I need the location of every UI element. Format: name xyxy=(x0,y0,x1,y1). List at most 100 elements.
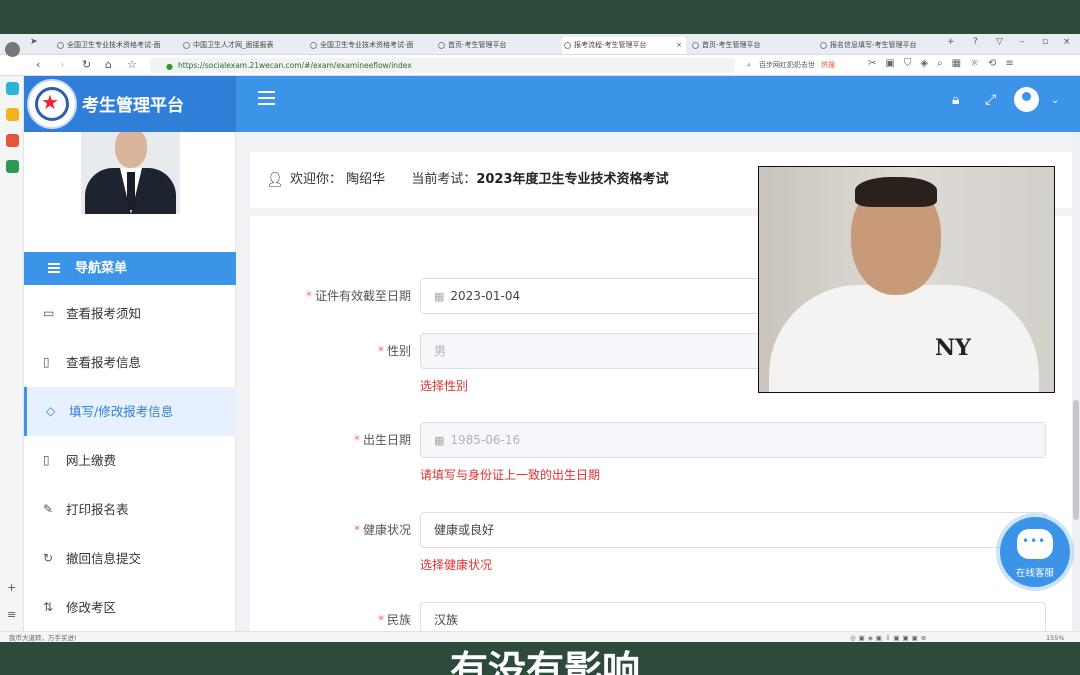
field-label: * 性别 xyxy=(377,344,411,358)
edit-icon: ✎ xyxy=(43,502,54,516)
shirt-icon[interactable]: ▽ xyxy=(996,37,1003,47)
browser-tab[interactable]: 报名信息填写-考生管理平台 xyxy=(818,37,938,54)
tab-favicon-icon xyxy=(310,42,317,49)
nav-item-withdraw[interactable]: ↻ 撤回信息提交 xyxy=(24,534,236,583)
fullscreen-icon[interactable]: ⤢ xyxy=(985,92,996,108)
nav-item-label: 网上缴费 xyxy=(66,453,117,468)
user-photo xyxy=(81,132,180,214)
tab-favicon-icon xyxy=(692,42,699,49)
nav-item-notice[interactable]: ▭ 查看报考须知 xyxy=(24,289,236,338)
home-icon[interactable]: ⌂ xyxy=(105,58,112,71)
nav-header-label: 导航菜单 xyxy=(75,261,128,276)
help-icon[interactable]: ? xyxy=(973,37,978,47)
browser-tab[interactable]: 首页-考生管理平台 xyxy=(436,37,556,54)
restore-icon[interactable]: ▫ xyxy=(1042,37,1048,47)
chat-icon: ▭ xyxy=(43,306,55,320)
nav-item-change-area[interactable]: ⇅ 修改考区 xyxy=(24,583,236,632)
menu-icon xyxy=(48,263,60,273)
user-avatar[interactable] xyxy=(1014,87,1039,112)
browser-status-bar: 我币大道转，万手买进! ◎▣◈▣⇩▣▣▣⊕ 155% xyxy=(0,631,1080,642)
document-icon: ▯ xyxy=(43,453,50,467)
reload-icon[interactable]: ↻ xyxy=(82,58,91,71)
profile-avatar[interactable] xyxy=(5,42,20,57)
star-icon[interactable]: ☆ xyxy=(127,58,137,71)
new-tab-icon[interactable]: + xyxy=(947,37,955,47)
field-value: 男 xyxy=(434,344,447,358)
browser-tab-active[interactable]: 报考流程-考生管理平台 × xyxy=(562,37,686,54)
zoom-level[interactable]: 155% xyxy=(1046,632,1065,642)
minimize-icon[interactable]: – xyxy=(1020,37,1025,47)
url-input[interactable]: ● https://socialexam.21wecan.com/#/exam/e… xyxy=(150,58,735,73)
browser-tab[interactable]: 中国卫生人才网_面接报表 xyxy=(181,37,299,54)
calendar-icon: ▦ xyxy=(434,290,445,303)
tab-favicon-icon xyxy=(820,42,827,49)
nav-item-print[interactable]: ✎ 打印报名表 xyxy=(24,485,236,534)
browser-tab-bar: ➤ 全国卫生专业技术资格考试-面 中国卫生人才网_面接报表 全国卫生专业技术资格… xyxy=(0,34,1080,55)
gender-error: 选择性别 xyxy=(420,379,469,393)
field-label: * 民族 xyxy=(377,613,411,627)
tab-favicon-icon xyxy=(183,42,190,49)
scrollbar[interactable] xyxy=(1072,132,1080,631)
sidebar-favorite-icon[interactable] xyxy=(6,108,19,121)
nav-item-edit-info[interactable]: ◇ 填写/修改报考信息 xyxy=(24,387,236,436)
chat-bubble-icon xyxy=(1017,529,1053,559)
online-service-button[interactable]: 在线客服 xyxy=(1000,517,1070,587)
address-bar: ‹ › ↻ ⌂ ☆ ● https://socialexam.21wecan.co… xyxy=(0,55,1080,76)
browser-tab[interactable]: 全国卫生专业技术资格考试-面 xyxy=(308,37,432,54)
scrollbar-thumb[interactable] xyxy=(1073,400,1079,520)
app-title: 考生管理平台 xyxy=(82,96,184,116)
lock-icon[interactable]: 🔒︎ xyxy=(952,92,959,108)
exam-name: 2023年度卫生专业技术资格考试 xyxy=(476,172,669,187)
nav-header: 导航菜单 xyxy=(24,252,236,285)
forward-icon[interactable]: › xyxy=(60,58,64,71)
nav-item-payment[interactable]: ▯ 网上缴费 xyxy=(24,436,236,485)
status-text: 我币大道转，万手买进! xyxy=(9,634,77,642)
field-value: 1985-06-16 xyxy=(450,433,521,447)
video-subtitle: 有没有影响 xyxy=(450,650,641,675)
app-logo-area: ★ 考生管理平台 xyxy=(24,76,236,132)
hot-search-badge: 热搜 xyxy=(821,61,835,69)
left-navigation: 导航菜单 ▭ 查看报考须知 ▯ 查看报考信息 ◇ 填写/修改报考信息 ▯ 网上缴费 ✎ 打… xyxy=(24,132,236,631)
swap-icon: ⇅ xyxy=(43,600,54,614)
field-label: * 健康状况 xyxy=(353,523,411,537)
sidebar-app-icon[interactable] xyxy=(6,82,19,95)
url-text: https://socialexam.21wecan.com/#/exam/ex… xyxy=(178,61,412,70)
field-value: 健康或良好 xyxy=(434,523,495,537)
nav-item-label: 查看报考须知 xyxy=(66,306,142,321)
browser-sidebar: + ≡ xyxy=(0,42,24,631)
refresh-icon: ↻ xyxy=(43,551,54,565)
shield-icon: ◇ xyxy=(46,404,56,418)
tab-favicon-icon xyxy=(438,42,445,49)
tab-close-icon[interactable]: × xyxy=(676,37,682,54)
sidebar-app-icon[interactable] xyxy=(6,160,19,173)
field-value: 2023-01-04 xyxy=(450,289,521,303)
health-status-select[interactable]: 健康或良好⌄ xyxy=(420,512,1046,548)
status-icons[interactable]: ◎▣◈▣⇩▣▣▣⊕ xyxy=(850,632,929,642)
nav-item-label: 打印报名表 xyxy=(66,502,129,517)
nav-item-view-info[interactable]: ▯ 查看报考信息 xyxy=(24,338,236,387)
user-name: 陶绍华 xyxy=(346,172,386,187)
lock-icon: ● xyxy=(166,62,173,71)
webcam-overlay: NY xyxy=(758,166,1055,393)
back-icon[interactable]: ‹ xyxy=(36,58,40,71)
close-window-icon[interactable]: × xyxy=(1063,37,1071,47)
calendar-icon: ▦ xyxy=(434,434,445,447)
sidebar-weibo-icon[interactable] xyxy=(6,134,19,147)
app-logo: ★ xyxy=(27,79,77,129)
chevron-down-icon[interactable]: ⌄ xyxy=(1051,95,1059,106)
nav-item-label: 填写/修改报考信息 xyxy=(69,404,174,419)
online-service-label: 在线客服 xyxy=(1015,568,1054,579)
hamburger-menu-icon[interactable] xyxy=(258,91,275,105)
browser-logo-icon[interactable]: ➤ xyxy=(30,37,38,47)
browser-tab[interactable]: 全国卫生专业技术资格考试-面 xyxy=(55,37,173,54)
birth-date-error: 请填写与身份证上一致的出生日期 xyxy=(420,468,601,482)
add-icon[interactable]: + xyxy=(7,581,16,594)
tab-label: 全国卫生专业技术资格考试-面 xyxy=(67,41,161,49)
greeting-label: 欢迎你： xyxy=(290,172,343,187)
menu-icon[interactable]: ≡ xyxy=(7,608,16,621)
browser-toolbar-icons[interactable]: ✂▣⛉◈⌕▦☼⟲≡ xyxy=(868,58,1023,69)
browser-search-box[interactable]: ⌕ 百步网红奶奶去世 热搜 xyxy=(745,58,861,73)
tab-favicon-icon xyxy=(564,42,571,49)
browser-tab[interactable]: 首页-考生管理平台 xyxy=(690,37,810,54)
shirt-logo: NY xyxy=(935,335,971,361)
